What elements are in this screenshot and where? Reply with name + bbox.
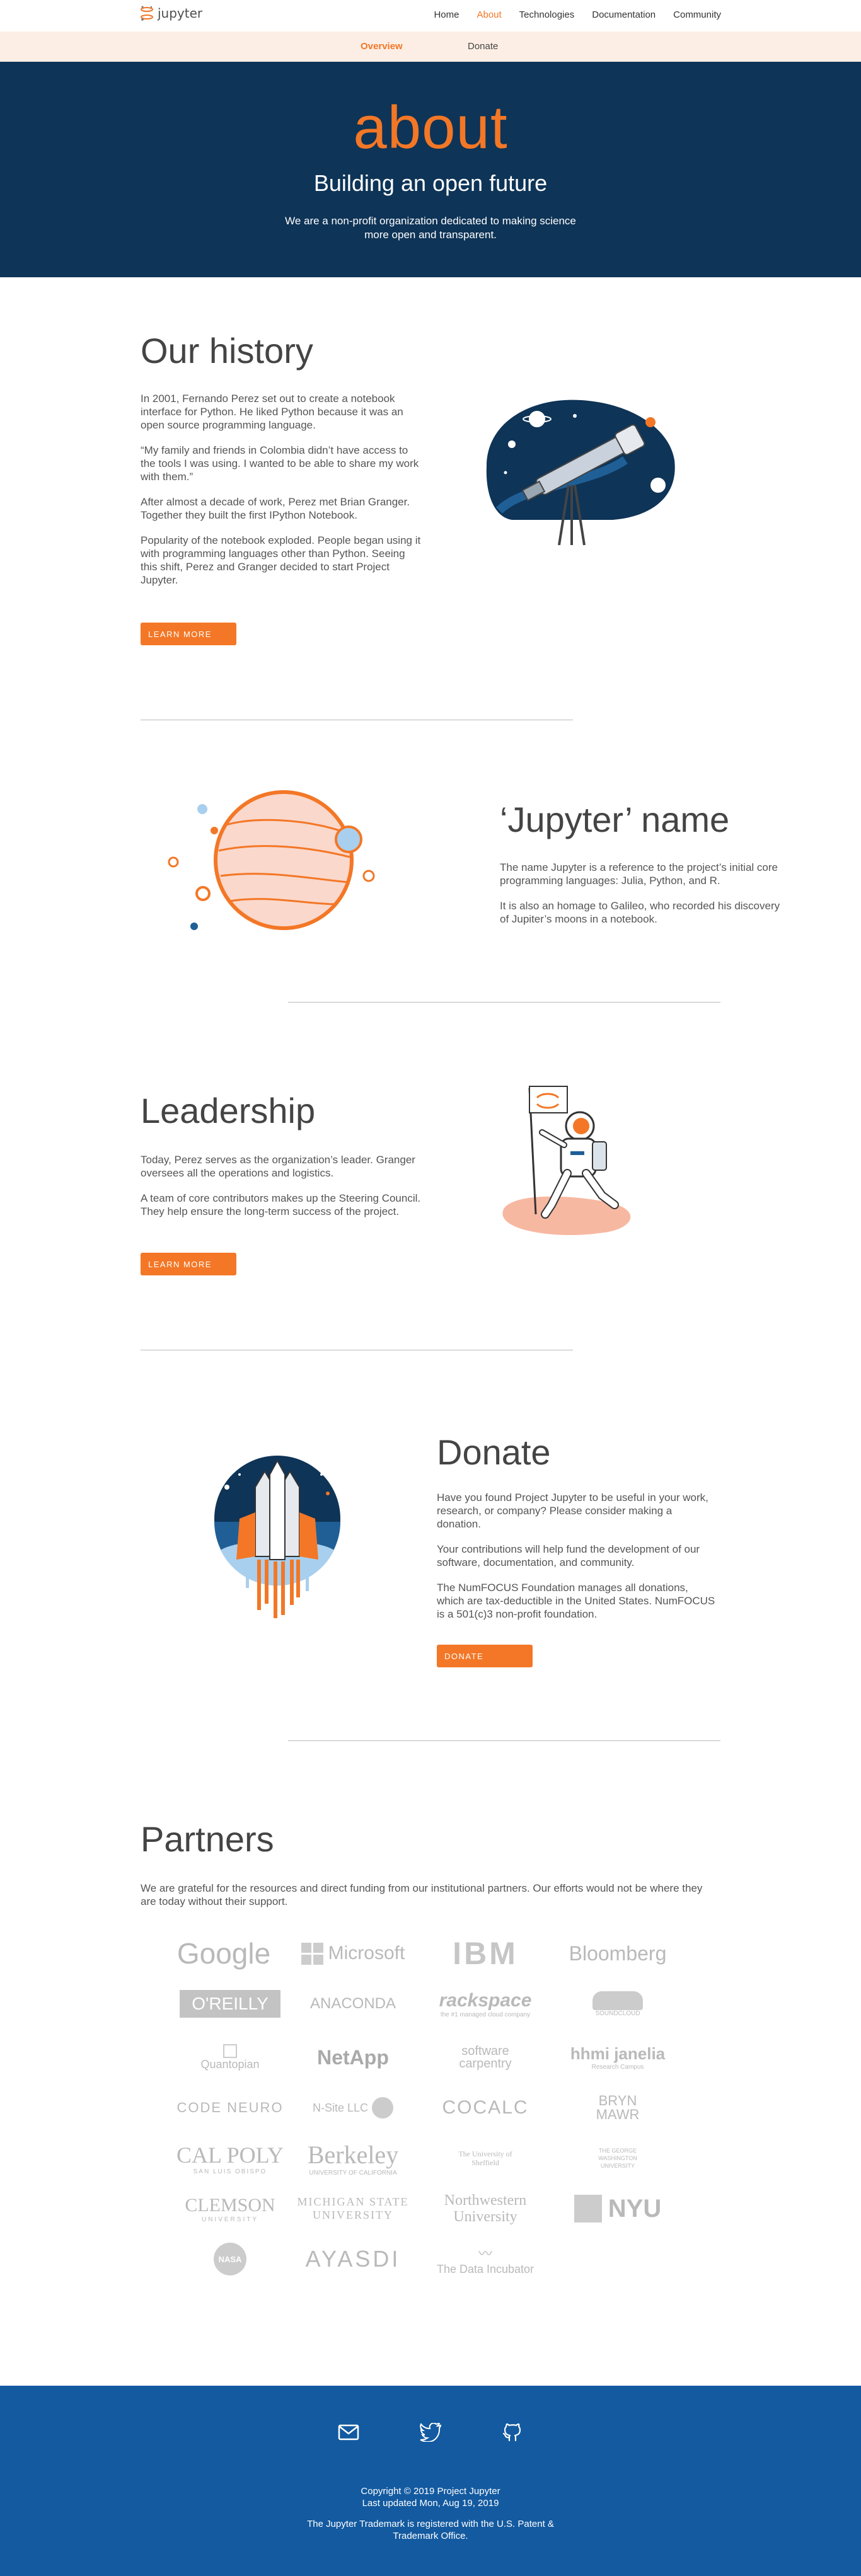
name-text: The name Jupyter is a reference to the p… xyxy=(500,861,781,938)
partner-logo-rackspace[interactable]: rackspace the #1 managed cloud company xyxy=(422,1985,548,2023)
partner-logo-berkeley[interactable]: Berkeley UNIVERSITY OF CALIFORNIA xyxy=(290,2139,416,2177)
subnav-donate[interactable]: Donate xyxy=(468,41,498,52)
logo-text: jupyter xyxy=(158,6,203,21)
leadership-para-1: Today, Perez serves as the organization’… xyxy=(141,1154,415,1179)
history-learn-more-button[interactable]: LEARN MORE xyxy=(141,623,236,645)
sub-nav: Overview Donate xyxy=(0,32,861,62)
name-title: ‘Jupyter’ name xyxy=(500,800,730,839)
partner-logo-code-neuro[interactable]: CODE NEURO xyxy=(167,2089,293,2127)
donate-button[interactable]: DONATE xyxy=(437,1645,533,1667)
donate-text: Have you found Project Jupyter to be use… xyxy=(437,1491,718,1633)
history-para-4: Popularity of the notebook exploded. Peo… xyxy=(141,534,421,586)
cloud-icon xyxy=(592,1991,643,2010)
partner-logo-northwestern[interactable]: Northwestern University xyxy=(422,2190,548,2228)
jupyter-logo-icon xyxy=(141,6,153,21)
partner-logo-software-carpentry[interactable]: software carpentry xyxy=(422,2038,548,2076)
subnav-overview[interactable]: Overview xyxy=(361,41,403,52)
hero-title: about xyxy=(353,94,508,161)
mail-icon[interactable] xyxy=(336,2420,361,2445)
top-nav: jupyter Home About Technologies Document… xyxy=(0,0,861,30)
astronaut-illustration xyxy=(502,1086,631,1236)
partner-logo-anaconda[interactable]: ANACONDA xyxy=(290,1985,416,2023)
leadership-para-2: A team of core contributors makes up the… xyxy=(141,1192,421,1217)
partner-logo-bloomberg[interactable]: Bloomberg xyxy=(555,1935,681,1972)
partner-logo-clemson[interactable]: CLEMSON UNIVERSITY xyxy=(167,2190,293,2228)
history-para-1: In 2001, Fernando Perez set out to creat… xyxy=(141,393,403,431)
partner-logo-ibm[interactable]: IBM xyxy=(422,1935,548,1972)
footer-trademark: The Jupyter Trademark is registered with… xyxy=(307,2519,554,2541)
microsoft-squares-icon xyxy=(301,1942,323,1965)
main-nav: Home About Technologies Documentation Co… xyxy=(434,9,721,20)
name-para-1: The name Jupyter is a reference to the p… xyxy=(500,861,778,887)
partners-intro: We are grateful for the resources and di… xyxy=(141,1882,703,1907)
partner-logo-microsoft[interactable]: Microsoft xyxy=(290,1935,416,1972)
nav-home[interactable]: Home xyxy=(434,9,459,20)
partner-logo-cal-poly[interactable]: CAL POLY SAN LUIS OBISPO xyxy=(167,2139,293,2177)
partner-logo-bryn-mawr[interactable]: BRYN MAWR xyxy=(555,2089,681,2127)
partner-logo-nyu[interactable]: NYU xyxy=(555,2190,681,2228)
history-para-3: After almost a decade of work, Perez met… xyxy=(141,496,410,521)
history-para-2: “My family and friends in Colombia didn’… xyxy=(141,444,419,483)
nav-technologies[interactable]: Technologies xyxy=(519,9,575,20)
partner-logo-michigan-state[interactable]: MICHIGAN STATE UNIVERSITY xyxy=(290,2190,416,2228)
hero-subtitle: Building an open future xyxy=(313,170,548,196)
nav-community[interactable]: Community xyxy=(673,9,721,20)
partner-logo-sheffield[interactable]: The University of Sheffield xyxy=(422,2139,548,2177)
footer: Copyright © 2019 Project Jupyter Last up… xyxy=(0,2386,861,2576)
partner-logo-ayasdi[interactable]: AYASDI xyxy=(290,2240,416,2278)
divider xyxy=(288,1002,720,1003)
donate-title: Donate xyxy=(437,1432,551,1472)
github-icon[interactable] xyxy=(500,2420,525,2445)
rocket-illustration xyxy=(214,1456,340,1618)
nyu-torch-icon xyxy=(574,2195,602,2222)
donate-para-1: Have you found Project Jupyter to be use… xyxy=(437,1492,708,1530)
donate-para-2: Your contributions will help fund the de… xyxy=(437,1543,700,1568)
history-text: In 2001, Fernando Perez set out to creat… xyxy=(141,392,422,599)
nav-about[interactable]: About xyxy=(477,9,501,20)
footer-icons xyxy=(0,2420,861,2445)
partner-logo-cocalc[interactable]: COCALC xyxy=(422,2089,548,2127)
history-title: Our history xyxy=(141,331,313,371)
partner-logo-google[interactable]: Google xyxy=(161,1935,287,1972)
hero-text: We are a non-profit organization dedicat… xyxy=(285,215,576,241)
partner-logo-quantopian[interactable]: Quantopian xyxy=(167,2038,293,2076)
name-para-2: It is also an homage to Galileo, who rec… xyxy=(500,900,780,925)
donate-para-3: The NumFOCUS Foundation manages all dona… xyxy=(437,1582,715,1620)
divider xyxy=(288,1740,720,1741)
quantopian-icon xyxy=(223,2044,237,2058)
partner-logo-n-site[interactable]: N-Site LLC xyxy=(290,2089,416,2127)
partner-logo-nasa[interactable]: NASA xyxy=(167,2240,293,2278)
nav-documentation[interactable]: Documentation xyxy=(592,9,656,20)
twitter-icon[interactable] xyxy=(418,2420,443,2445)
jupyter-logo[interactable]: jupyter xyxy=(140,5,202,21)
partner-logo-oreilly[interactable]: O'REILLY xyxy=(167,1985,293,2023)
partner-logo-hhmi-janelia[interactable]: hhmi janelia Research Campus xyxy=(555,2038,681,2076)
partner-logo-george-washington[interactable]: THE GEORGE WASHINGTON UNIVERSITY xyxy=(555,2139,681,2177)
data-incubator-icon: 〰 xyxy=(478,2245,492,2262)
leadership-text: Today, Perez serves as the organization’… xyxy=(141,1153,422,1230)
footer-copyright: Copyright © 2019 Project Jupyter xyxy=(361,2486,500,2497)
telescope-illustration xyxy=(486,400,675,546)
partner-logo-netapp[interactable]: NetApp xyxy=(290,2038,416,2076)
partners-title: Partners xyxy=(141,1819,274,1859)
page: jupyter Home About Technologies Document… xyxy=(0,0,861,2576)
footer-updated: Last updated Mon, Aug 19, 2019 xyxy=(362,2498,499,2509)
partner-logo-data-incubator[interactable]: 〰 The Data Incubator xyxy=(422,2240,548,2278)
hero: about Building an open future We are a n… xyxy=(0,62,861,277)
leadership-learn-more-button[interactable]: LEARN MORE xyxy=(141,1253,236,1275)
partner-logo-soundcloud[interactable]: SOUNDCLOUD xyxy=(555,1985,681,2023)
leadership-title: Leadership xyxy=(141,1091,316,1130)
jupiter-planet-illustration xyxy=(168,790,375,930)
n-site-icon xyxy=(372,2097,394,2119)
